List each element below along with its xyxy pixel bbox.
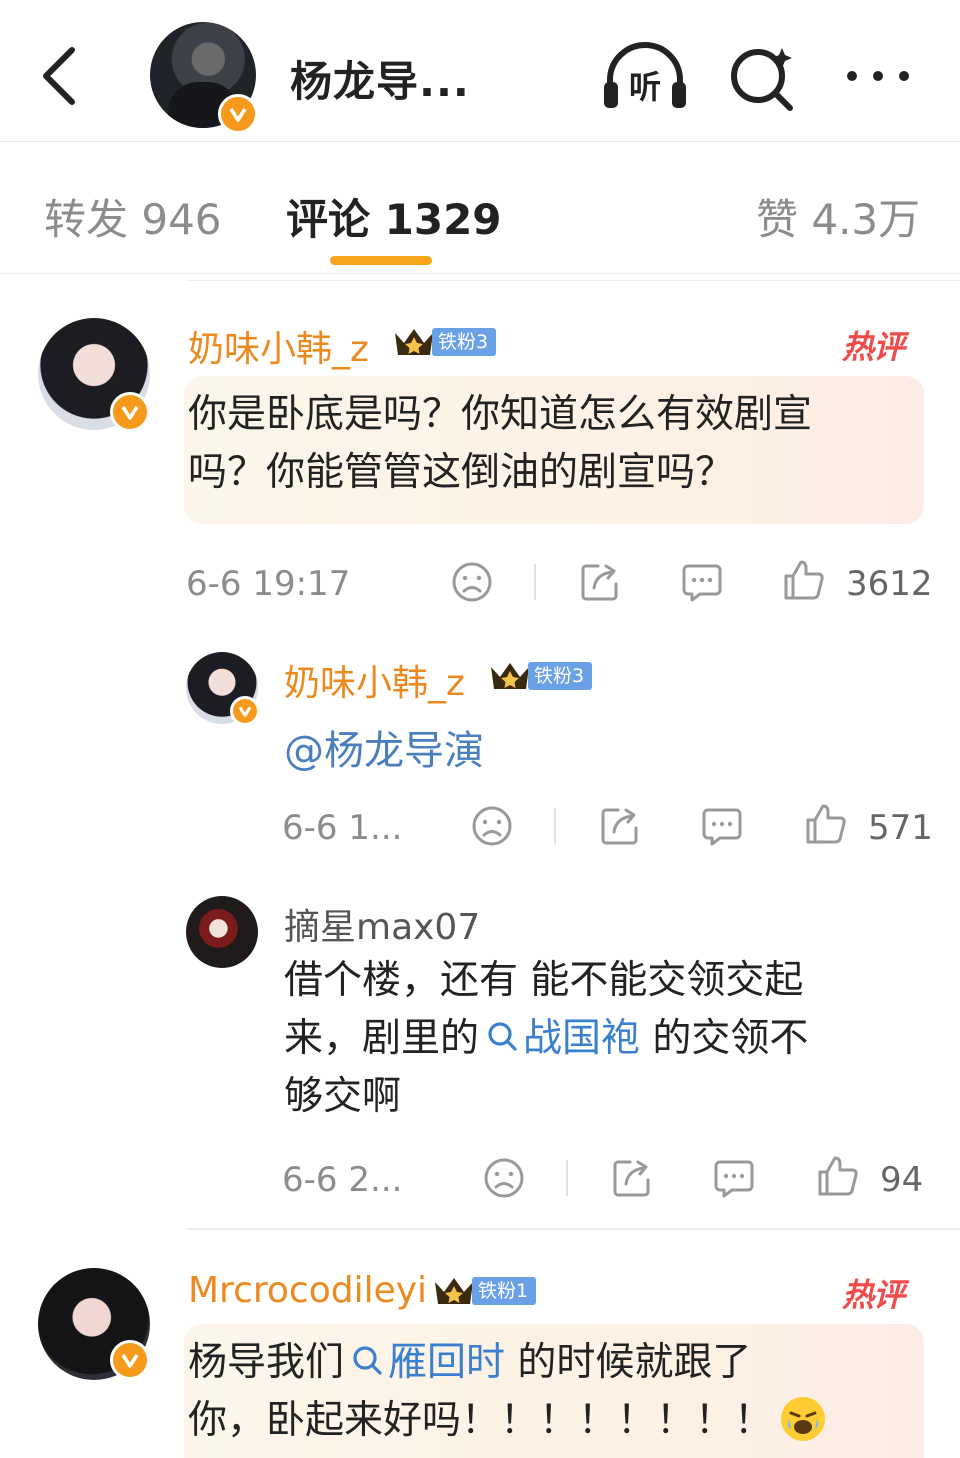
topic-link[interactable]: 战国袍 [479,1016,640,1061]
reply-username[interactable]: 奶味小韩_z [284,654,465,706]
dislike-face-icon[interactable] [470,804,514,848]
reply-avatar[interactable] [186,896,258,968]
search-link-icon [488,1022,517,1051]
fan-level-label: 铁粉3 [432,328,497,356]
share-icon[interactable] [610,1156,654,1200]
listen-headphones-icon[interactable]: 听 [600,38,690,114]
topic-link[interactable]: 雁回时 [344,1340,505,1385]
crown-icon [435,1278,473,1304]
search-link-icon [353,1346,382,1375]
divider [186,280,960,281]
like-thumb-icon[interactable] [804,802,848,846]
hot-comment-label: 热评 [842,328,905,366]
fan-level-badge: 铁粉3 [488,659,593,693]
hot-comment-label: 热评 [842,1276,905,1314]
like-thumb-icon[interactable] [816,1154,860,1198]
back-arrow-icon[interactable] [38,44,82,108]
active-tab-indicator [330,256,432,265]
tab-bar: 转发 946 评论 1329 赞 4.3万 [0,142,960,274]
comment-timestamp: 6-6 19:17 [186,564,351,604]
reply-text-line: 够交啊 [284,1074,402,1119]
comment-username[interactable]: Mrcrocodileyi [188,1270,427,1311]
comment-divider [186,1228,960,1230]
verified-badge-icon [218,94,258,134]
reply-comment-icon[interactable] [700,804,744,848]
reply-text-line: 借个楼，还有 能不能交领交起 [284,958,804,1003]
dislike-face-icon[interactable] [450,560,494,604]
reply-comment-icon[interactable] [680,560,724,604]
reply-text: 借个楼，还有 能不能交领交起 来，剧里的 战国袍 的交领不 够交啊 [284,952,904,1126]
comment-text-segment: 杨导我们 [188,1340,345,1385]
fan-level-label: 铁粉1 [472,1277,537,1305]
crown-icon [491,663,529,689]
fan-level-badge: 铁粉1 [432,1274,537,1308]
topic-link-text[interactable]: 雁回时 [388,1340,505,1385]
action-separator [554,808,556,844]
fan-level-label: 铁粉3 [528,662,593,690]
crown-icon [395,329,433,355]
tab-likes[interactable]: 赞 4.3万 [756,186,920,247]
reply-text-line: 来，剧里的 战国袍 的交领不 [284,1010,904,1068]
comment-text: 你是卧底是吗？你知道怎么有效剧宣吗？你能管管这倒油的剧宣吗？ [188,392,813,495]
like-count: 3612 [846,564,933,604]
share-icon[interactable] [598,804,642,848]
page-title: 杨龙导... [290,57,470,106]
listen-label: 听 [629,68,661,106]
search-icon[interactable] [724,38,800,114]
fan-level-badge: 铁粉3 [392,325,497,359]
reply-timestamp: 6-6 2... [282,1160,403,1200]
dislike-face-icon[interactable] [482,1156,526,1200]
reply-timestamp: 6-6 1... [282,808,403,848]
top-bar: 杨龙导... 听 [0,0,960,142]
action-separator [534,564,536,600]
comment-text-segment: 的时候就跟了 [505,1340,752,1385]
comment-text: 杨导我们 雁回时 的时候就跟了 你，卧起来好吗！！！！！！！！ [188,1334,918,1450]
verified-badge-icon [110,392,150,432]
verified-badge-icon [110,1340,150,1380]
share-icon[interactable] [578,560,622,604]
reply-comment-icon[interactable] [712,1156,756,1200]
reply-text-segment: 的交领不 [640,1016,809,1061]
tab-comments[interactable]: 评论 1329 [286,186,502,247]
like-count: 94 [880,1160,924,1200]
tab-reposts[interactable]: 转发 946 [44,186,222,247]
topic-link-text[interactable]: 战国袍 [523,1016,640,1061]
comment-text-segment: 你，卧起来好吗！！！！！！！！ [188,1398,774,1443]
verified-badge-icon [230,696,260,726]
comment-text-line: 你，卧起来好吗！！！！！！！！ [188,1392,918,1450]
comment-text-line: 杨导我们 雁回时 的时候就跟了 [188,1334,918,1392]
like-count: 571 [868,808,933,848]
comment-username[interactable]: 奶味小韩_z [188,320,369,372]
like-thumb-icon[interactable] [782,558,826,602]
reply-username[interactable]: 摘星max07 [284,898,480,950]
action-separator [566,1160,568,1196]
mention-link[interactable]: @杨龙导演 [284,718,484,776]
crying-emoji-icon [781,1397,826,1441]
reply-text-segment: 来，剧里的 [284,1016,480,1061]
more-options-icon[interactable] [840,38,916,114]
